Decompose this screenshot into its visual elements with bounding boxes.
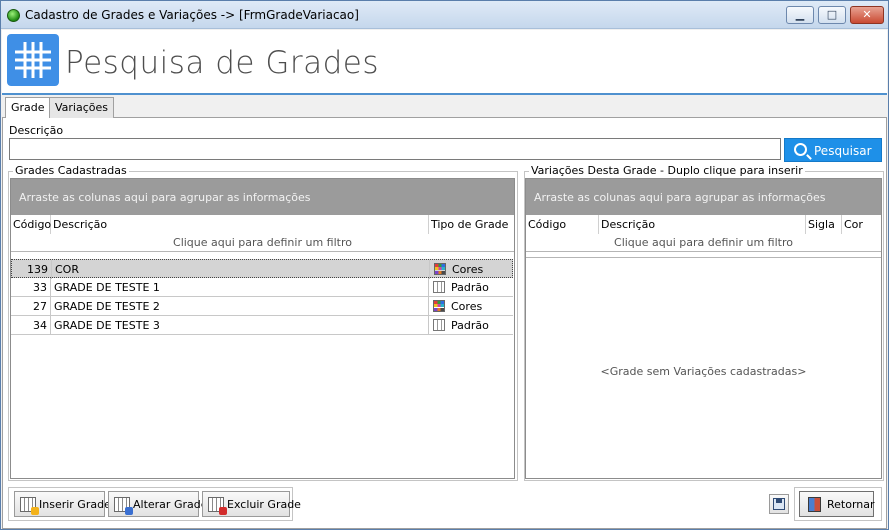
cell-tipo: Padrão xyxy=(429,316,513,335)
table-row[interactable]: 139 COR Cores xyxy=(11,259,514,279)
table-row[interactable]: 27 GRADE DE TESTE 2 Cores xyxy=(11,297,513,316)
filter-divider xyxy=(526,254,881,258)
close-button[interactable]: ✕ xyxy=(850,6,884,24)
cell-tipo-label: Cores xyxy=(451,300,483,313)
plain-grid-icon xyxy=(433,281,445,293)
tab-panel-grade: Descrição Pesquisar Grades Cadastradas A… xyxy=(2,118,887,529)
color-grid-icon xyxy=(433,300,445,312)
search-button-label: Pesquisar xyxy=(814,144,872,158)
cell-descricao: GRADE DE TESTE 3 xyxy=(51,316,429,335)
minimize-button[interactable]: ▁ xyxy=(786,6,814,24)
grades-group-title: Grades Cadastradas xyxy=(13,164,129,177)
group-by-bar[interactable]: Arraste as colunas aqui para agrupar as … xyxy=(526,179,881,215)
column-header-codigo[interactable]: Código xyxy=(526,215,599,234)
title-bar[interactable]: Cadastro de Grades e Variações -> [FrmGr… xyxy=(1,1,888,29)
edit-grid-icon xyxy=(114,497,133,515)
insert-grid-icon xyxy=(20,497,39,515)
cell-codigo: 139 xyxy=(12,260,52,279)
plain-grid-icon xyxy=(433,319,445,331)
floppy-icon xyxy=(773,498,785,510)
table-row[interactable]: 33 GRADE DE TESTE 1 Padrão xyxy=(11,278,513,297)
maximize-button[interactable]: □ xyxy=(818,6,846,24)
cell-tipo: Cores xyxy=(430,260,514,279)
grades-grid[interactable]: Arraste as colunas aqui para agrupar as … xyxy=(10,178,515,479)
table-row[interactable]: 34 GRADE DE TESTE 3 Padrão xyxy=(11,316,513,335)
cell-tipo-label: Padrão xyxy=(451,281,489,294)
column-header-descricao[interactable]: Descrição xyxy=(599,215,806,234)
delete-grade-button[interactable]: Excluir Grade xyxy=(202,491,301,517)
main-window: Cadastro de Grades e Variações -> [FrmGr… xyxy=(0,0,889,530)
cell-descricao: GRADE DE TESTE 1 xyxy=(51,278,429,297)
edit-grade-label: Alterar Grade xyxy=(133,498,208,511)
cell-codigo: 27 xyxy=(11,297,51,316)
page-title: Pesquisa de Grades xyxy=(65,45,380,81)
cell-tipo-label: Padrão xyxy=(451,319,489,332)
app-status-icon xyxy=(7,9,20,22)
cell-descricao: COR xyxy=(52,260,430,279)
grid-icon xyxy=(7,34,59,86)
return-label: Retornar xyxy=(827,498,875,511)
delete-grid-icon xyxy=(208,497,227,515)
cell-tipo: Padrão xyxy=(429,278,513,297)
save-layout-button[interactable] xyxy=(769,494,789,514)
search-button[interactable]: Pesquisar xyxy=(784,138,882,162)
color-grid-icon xyxy=(434,263,446,275)
search-icon xyxy=(794,143,807,156)
variacoes-group-title: Variações Desta Grade - Duplo clique par… xyxy=(529,164,805,177)
cell-descricao: GRADE DE TESTE 2 xyxy=(51,297,429,316)
filter-row[interactable]: Clique aqui para definir um filtro xyxy=(526,234,881,252)
cell-tipo-label: Cores xyxy=(452,263,484,276)
column-header-cor[interactable]: Cor xyxy=(842,215,881,234)
cell-tipo: Cores xyxy=(429,297,513,316)
insert-grade-label: Inserir Grade xyxy=(39,498,111,511)
column-header-descricao[interactable]: Descrição xyxy=(51,215,429,234)
tab-variacoes[interactable]: Variações xyxy=(49,97,115,118)
filter-row[interactable]: Clique aqui para definir um filtro xyxy=(11,234,514,252)
page-header: Pesquisa de Grades xyxy=(2,30,887,95)
insert-grade-button[interactable]: Inserir Grade xyxy=(14,491,111,517)
cell-codigo: 33 xyxy=(11,278,51,297)
description-input[interactable] xyxy=(9,138,781,160)
edit-grade-button[interactable]: Alterar Grade xyxy=(108,491,207,517)
delete-grade-label: Excluir Grade xyxy=(227,498,301,511)
variacoes-grid[interactable]: Arraste as colunas aqui para agrupar as … xyxy=(525,178,882,479)
description-label: Descrição xyxy=(9,124,64,137)
tab-grade[interactable]: Grade xyxy=(5,97,51,119)
empty-grid-message: <Grade sem Variações cadastradas> xyxy=(600,365,807,378)
window-title: Cadastro de Grades e Variações -> [FrmGr… xyxy=(25,8,359,22)
column-header-sigla[interactable]: Sigla xyxy=(806,215,842,234)
return-button[interactable]: Retornar xyxy=(799,491,875,517)
column-header-tipo[interactable]: Tipo de Grade xyxy=(429,215,514,234)
group-by-bar[interactable]: Arraste as colunas aqui para agrupar as … xyxy=(11,179,514,215)
column-header-codigo[interactable]: Código xyxy=(11,215,51,234)
exit-door-icon xyxy=(808,497,821,512)
cell-codigo: 34 xyxy=(11,316,51,335)
tab-strip: Grade Variações xyxy=(2,97,887,119)
